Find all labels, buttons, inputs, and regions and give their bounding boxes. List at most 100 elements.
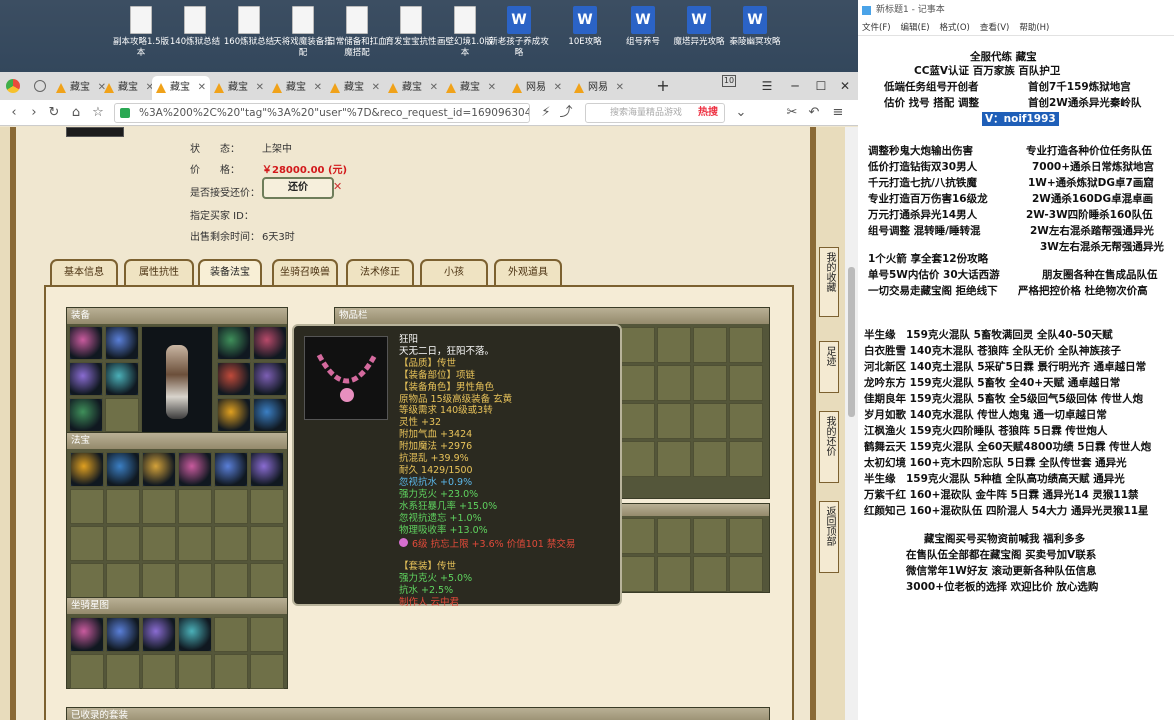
browser-tab[interactable]: 藏宝 ✕	[384, 76, 442, 100]
forward-button[interactable]: ›	[26, 104, 42, 122]
desktop-icon[interactable]: 育发宝宝抗性	[380, 6, 442, 48]
notepad-menu-item[interactable]: 帮助(H)	[1019, 23, 1049, 33]
tab-label: 网易	[588, 82, 608, 93]
equipment-icon	[254, 327, 286, 359]
scrollbar-thumb[interactable]	[848, 267, 855, 417]
close-window-button[interactable]: ✕	[830, 72, 860, 100]
browser-tab[interactable]: 藏宝 ✕	[152, 76, 210, 100]
back-button[interactable]: ‹	[6, 104, 22, 122]
desktop-icon[interactable]: 160炼狱总结	[218, 6, 280, 48]
tab-count-badge[interactable]: 10	[722, 75, 736, 87]
treasure-item[interactable]	[70, 452, 104, 487]
extension-icon[interactable]: ⚡	[538, 104, 554, 122]
equipment-item[interactable]	[69, 326, 103, 360]
page-tab[interactable]: 法术修正	[346, 259, 414, 285]
equipment-item[interactable]	[69, 362, 103, 396]
scissors-icon[interactable]: ✂	[784, 104, 800, 122]
equipment-item[interactable]	[217, 326, 251, 360]
dropdown-icon[interactable]: ⌄	[733, 104, 749, 122]
treasure-item[interactable]	[178, 452, 212, 487]
notepad-menu-item[interactable]: 查看(V)	[980, 23, 1009, 33]
globe-icon[interactable]	[34, 80, 46, 92]
equipment-item[interactable]	[105, 326, 139, 360]
browser-tab[interactable]: 网易 ✕	[570, 76, 628, 100]
desktop-icon[interactable]: W 10E攻略	[554, 6, 616, 48]
desktop-icon[interactable]: 日常储备和扛血魔搭配	[326, 6, 388, 59]
address-bar[interactable]: %3A%200%2C%20"tag"%3A%20"user"%7D&reco_r…	[114, 103, 530, 123]
tab-close-icon[interactable]: ✕	[488, 76, 496, 100]
notepad-menu-item[interactable]: 编辑(E)	[901, 23, 930, 33]
mount-item[interactable]	[70, 617, 104, 652]
equipment-item[interactable]	[253, 326, 287, 360]
equipment-item[interactable]	[253, 362, 287, 396]
hot-search-label[interactable]: 热搜	[698, 104, 718, 122]
desktop-icon[interactable]: 画壁幻境1.0版本	[434, 6, 496, 59]
tab-close-icon[interactable]: ✕	[554, 76, 562, 100]
notepad-text-area[interactable]: 全服代练 藏宝 CC蓝V认证 百万家族 百队护卫 低端任务组号开创者 首创7千159炼…	[858, 36, 1174, 720]
equipment-item[interactable]	[217, 362, 251, 396]
empty-slot	[70, 563, 104, 598]
browser-tab[interactable]: 藏宝 ✕	[326, 76, 384, 100]
search-input[interactable]: 搜索海量精品游戏	[610, 108, 682, 118]
treasure-item[interactable]	[142, 452, 176, 487]
desktop-icon[interactable]: 140炼狱总结	[164, 6, 226, 48]
tab-close-icon[interactable]: ✕	[314, 76, 322, 100]
page-tab[interactable]: 坐骑召唤兽	[272, 259, 338, 285]
side-button[interactable]: 返回顶部	[819, 501, 839, 573]
mount-icon	[143, 618, 175, 651]
notepad-menu-item[interactable]: 文件(F)	[862, 23, 891, 33]
menu-icon[interactable]: ≡	[830, 104, 846, 122]
treasure-item[interactable]	[106, 452, 140, 487]
tab-close-icon[interactable]: ✕	[430, 76, 438, 100]
search-box[interactable]: 搜索海量精品游戏 热搜	[585, 103, 725, 123]
share-icon[interactable]: ⤴	[558, 104, 574, 122]
notepad-menu-item[interactable]: 格式(O)	[940, 23, 970, 33]
tab-favicon-icon	[512, 83, 522, 93]
side-button[interactable]: 足迹	[819, 341, 839, 393]
desktop-icon[interactable]: W 魔塔异光攻略	[668, 6, 730, 48]
mount-item[interactable]	[106, 617, 140, 652]
browser-tab[interactable]: 藏宝 ✕	[100, 76, 158, 100]
empty-slot	[214, 654, 248, 689]
equipment-item[interactable]	[217, 398, 251, 432]
desktop-icon[interactable]: W 组号养号	[612, 6, 674, 48]
home-icon[interactable]: ⌂	[68, 104, 84, 122]
tab-close-icon[interactable]: ✕	[198, 76, 206, 100]
equipment-item[interactable]	[69, 398, 103, 432]
treasure-item[interactable]	[250, 452, 284, 487]
tab-close-icon[interactable]: ✕	[372, 76, 380, 100]
desktop-icon[interactable]: W 秦陵幽冥攻略	[724, 6, 786, 48]
equipment-item[interactable]	[105, 362, 139, 396]
browser-logo-icon[interactable]	[6, 79, 20, 93]
desktop-icon[interactable]: 天将戏魔装备搭配	[272, 6, 334, 59]
tab-label: 网易	[526, 82, 546, 93]
browser-tab[interactable]: 藏宝 ✕	[210, 76, 268, 100]
browser-tab[interactable]: 藏宝 ✕	[442, 76, 500, 100]
browser-tab[interactable]: 藏宝 ✕	[268, 76, 326, 100]
new-tab-button[interactable]: +	[648, 72, 678, 100]
bookmark-star-icon[interactable]: ☆	[90, 104, 106, 122]
reload-icon[interactable]: ↻	[46, 104, 62, 122]
equipment-item[interactable]	[253, 398, 287, 432]
desktop-icon[interactable]: W 新老孩子养成攻略	[488, 6, 550, 59]
page-tab[interactable]: 装备法宝	[198, 259, 262, 285]
mount-item[interactable]	[142, 617, 176, 652]
page-tab[interactable]: 小孩	[420, 259, 488, 285]
mount-item[interactable]	[178, 617, 212, 652]
scrollbar[interactable]	[845, 127, 858, 720]
page-tab[interactable]: 属性抗性	[124, 259, 194, 285]
desktop-icon[interactable]: 副本攻略1.5版本	[110, 6, 172, 59]
page-tab[interactable]: 基本信息	[50, 259, 118, 285]
haggle-button[interactable]: 还价	[262, 177, 334, 199]
notepad-line: 严格把控价格 杜绝物次价高	[1018, 285, 1148, 297]
treasure-item[interactable]	[214, 452, 248, 487]
notepad-line: 万紫千红 160+混砍队 金牛阵 5日霖 通异光14 灵猴11禁	[864, 489, 1139, 501]
tab-close-icon[interactable]: ✕	[256, 76, 264, 100]
page-tab[interactable]: 外观道具	[494, 259, 562, 285]
browser-tab[interactable]: 网易 ✕	[508, 76, 566, 100]
side-button[interactable]: 我的还价	[819, 411, 839, 483]
tab-close-icon[interactable]: ✕	[616, 76, 624, 100]
pin-icon[interactable]: ☰	[752, 72, 782, 100]
undo-icon[interactable]: ↶	[806, 104, 822, 122]
side-button[interactable]: 我的收藏	[819, 247, 839, 317]
